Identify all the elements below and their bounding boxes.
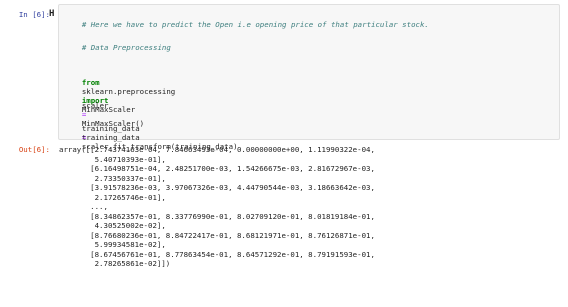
code-cell[interactable]: # Here we have to predict the Open i.e o… bbox=[58, 4, 560, 151]
code-line-comment-2: # Data Preprocessing bbox=[64, 34, 171, 61]
output-line: [6.16498751e-04, 2.48251700e-03, 1.54266… bbox=[59, 164, 375, 173]
output-line: [3.91578236e-03, 3.97067326e-03, 4.44790… bbox=[59, 183, 375, 192]
comment-text: # Data Preprocessing bbox=[81, 43, 171, 52]
run-cell-icon[interactable]: H bbox=[49, 9, 55, 19]
keyword-from: from bbox=[81, 78, 100, 87]
output-line: array([[2.74374163e-04, 7.84663493e-04, … bbox=[59, 145, 375, 154]
output-line: ..., bbox=[59, 202, 108, 211]
variable-name: training_data bbox=[81, 133, 140, 142]
output-line: 2.78265861e-02]]) bbox=[59, 259, 171, 268]
output-area: array([[2.74374163e-04, 7.84663493e-04, … bbox=[59, 145, 559, 269]
assign-lhs: scaler bbox=[81, 101, 109, 110]
input-prompt: In [6]: bbox=[18, 10, 50, 19]
output-line: 2.73350337e-01], bbox=[59, 173, 166, 183]
comment-text: # Here we have to predict the Open i.e o… bbox=[81, 20, 429, 29]
output-line: 5.40710393e-01], bbox=[59, 154, 166, 164]
output-line: [8.76680236e-01, 8.84722417e-01, 8.68121… bbox=[59, 230, 375, 240]
output-line: 4.30525002e-02], bbox=[59, 221, 166, 230]
output-prompt: Out[6]: bbox=[18, 145, 50, 154]
output-line: [8.67456761e-01, 8.77863454e-01, 8.64571… bbox=[59, 249, 375, 259]
output-line: [8.34862357e-01, 8.33776990e-01, 8.02709… bbox=[59, 211, 375, 221]
output-line: 2.17265746e-01], bbox=[59, 192, 166, 202]
output-line: 5.99934581e-02], bbox=[59, 240, 166, 249]
